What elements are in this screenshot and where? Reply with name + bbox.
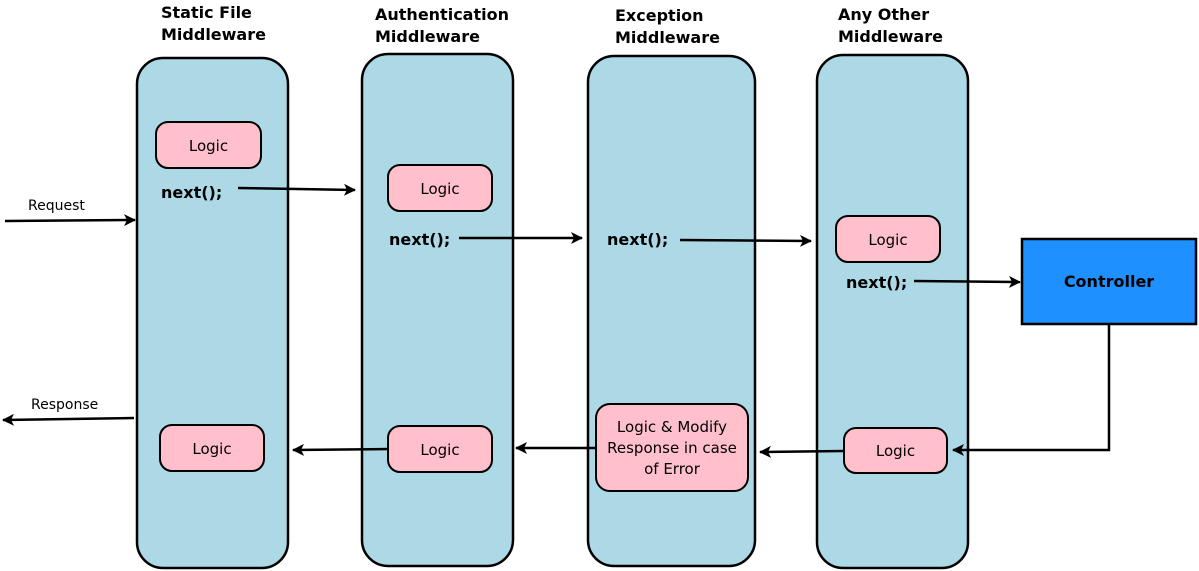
authentication-pre-logic: Logic [387,164,493,212]
any-other-title-line2: Middleware [838,27,943,46]
svg-text:of Error: of Error [644,460,701,478]
any-other-middleware-column [815,53,970,570]
svg-text:Logic: Logic [868,231,907,249]
svg-text:Logic: Logic [876,442,915,460]
controller-label: Controller [1064,272,1154,291]
svg-text:Response in case: Response in case [607,439,737,457]
svg-text:Logic: Logic [420,441,459,459]
request-label: Request [28,198,85,214]
svg-text:Logic & Modify: Logic & Modify [617,418,727,436]
response-arrow [2,413,135,426]
static-file-pre-logic: Logic [155,121,262,169]
any-other-pre-logic: Logic [835,215,941,263]
exception-next-call: next(); [607,230,668,249]
static-file-post-logic: Logic [159,424,265,472]
exception-title-line2: Middleware [615,28,720,47]
svg-text:Logic: Logic [189,137,228,155]
static-file-title-line1: Static File [161,3,252,22]
controller-box: Controller [1020,237,1198,326]
svg-text:Logic: Logic [192,440,231,458]
svg-text:Logic: Logic [420,180,459,198]
forward-arrow-to-controller [913,275,1021,288]
static-file-title-line2: Middleware [161,25,266,44]
any-other-next-call: next(); [846,273,907,292]
any-other-title-line1: Any Other [838,5,929,24]
forward-arrow-3 [679,234,812,247]
middleware-pipeline-diagram: Static File Middleware Authentication Mi… [2,3,1198,570]
authentication-title-line2: Middleware [375,27,480,46]
backward-arrow-1 [292,443,389,456]
controller-return-arrow [952,324,1111,456]
backward-arrow-3 [759,445,844,458]
any-other-post-logic: Logic [843,427,948,474]
exception-title-line1: Exception [615,6,704,25]
static-file-next-call: next(); [161,183,222,202]
authentication-title-line1: Authentication [375,5,509,24]
request-arrow [4,214,136,227]
response-label: Response [31,397,98,413]
authentication-middleware-column [360,52,515,568]
exception-post-logic: Logic & Modify Response in case of Error [595,403,749,492]
authentication-next-call: next(); [389,230,450,249]
authentication-post-logic: Logic [387,425,493,473]
